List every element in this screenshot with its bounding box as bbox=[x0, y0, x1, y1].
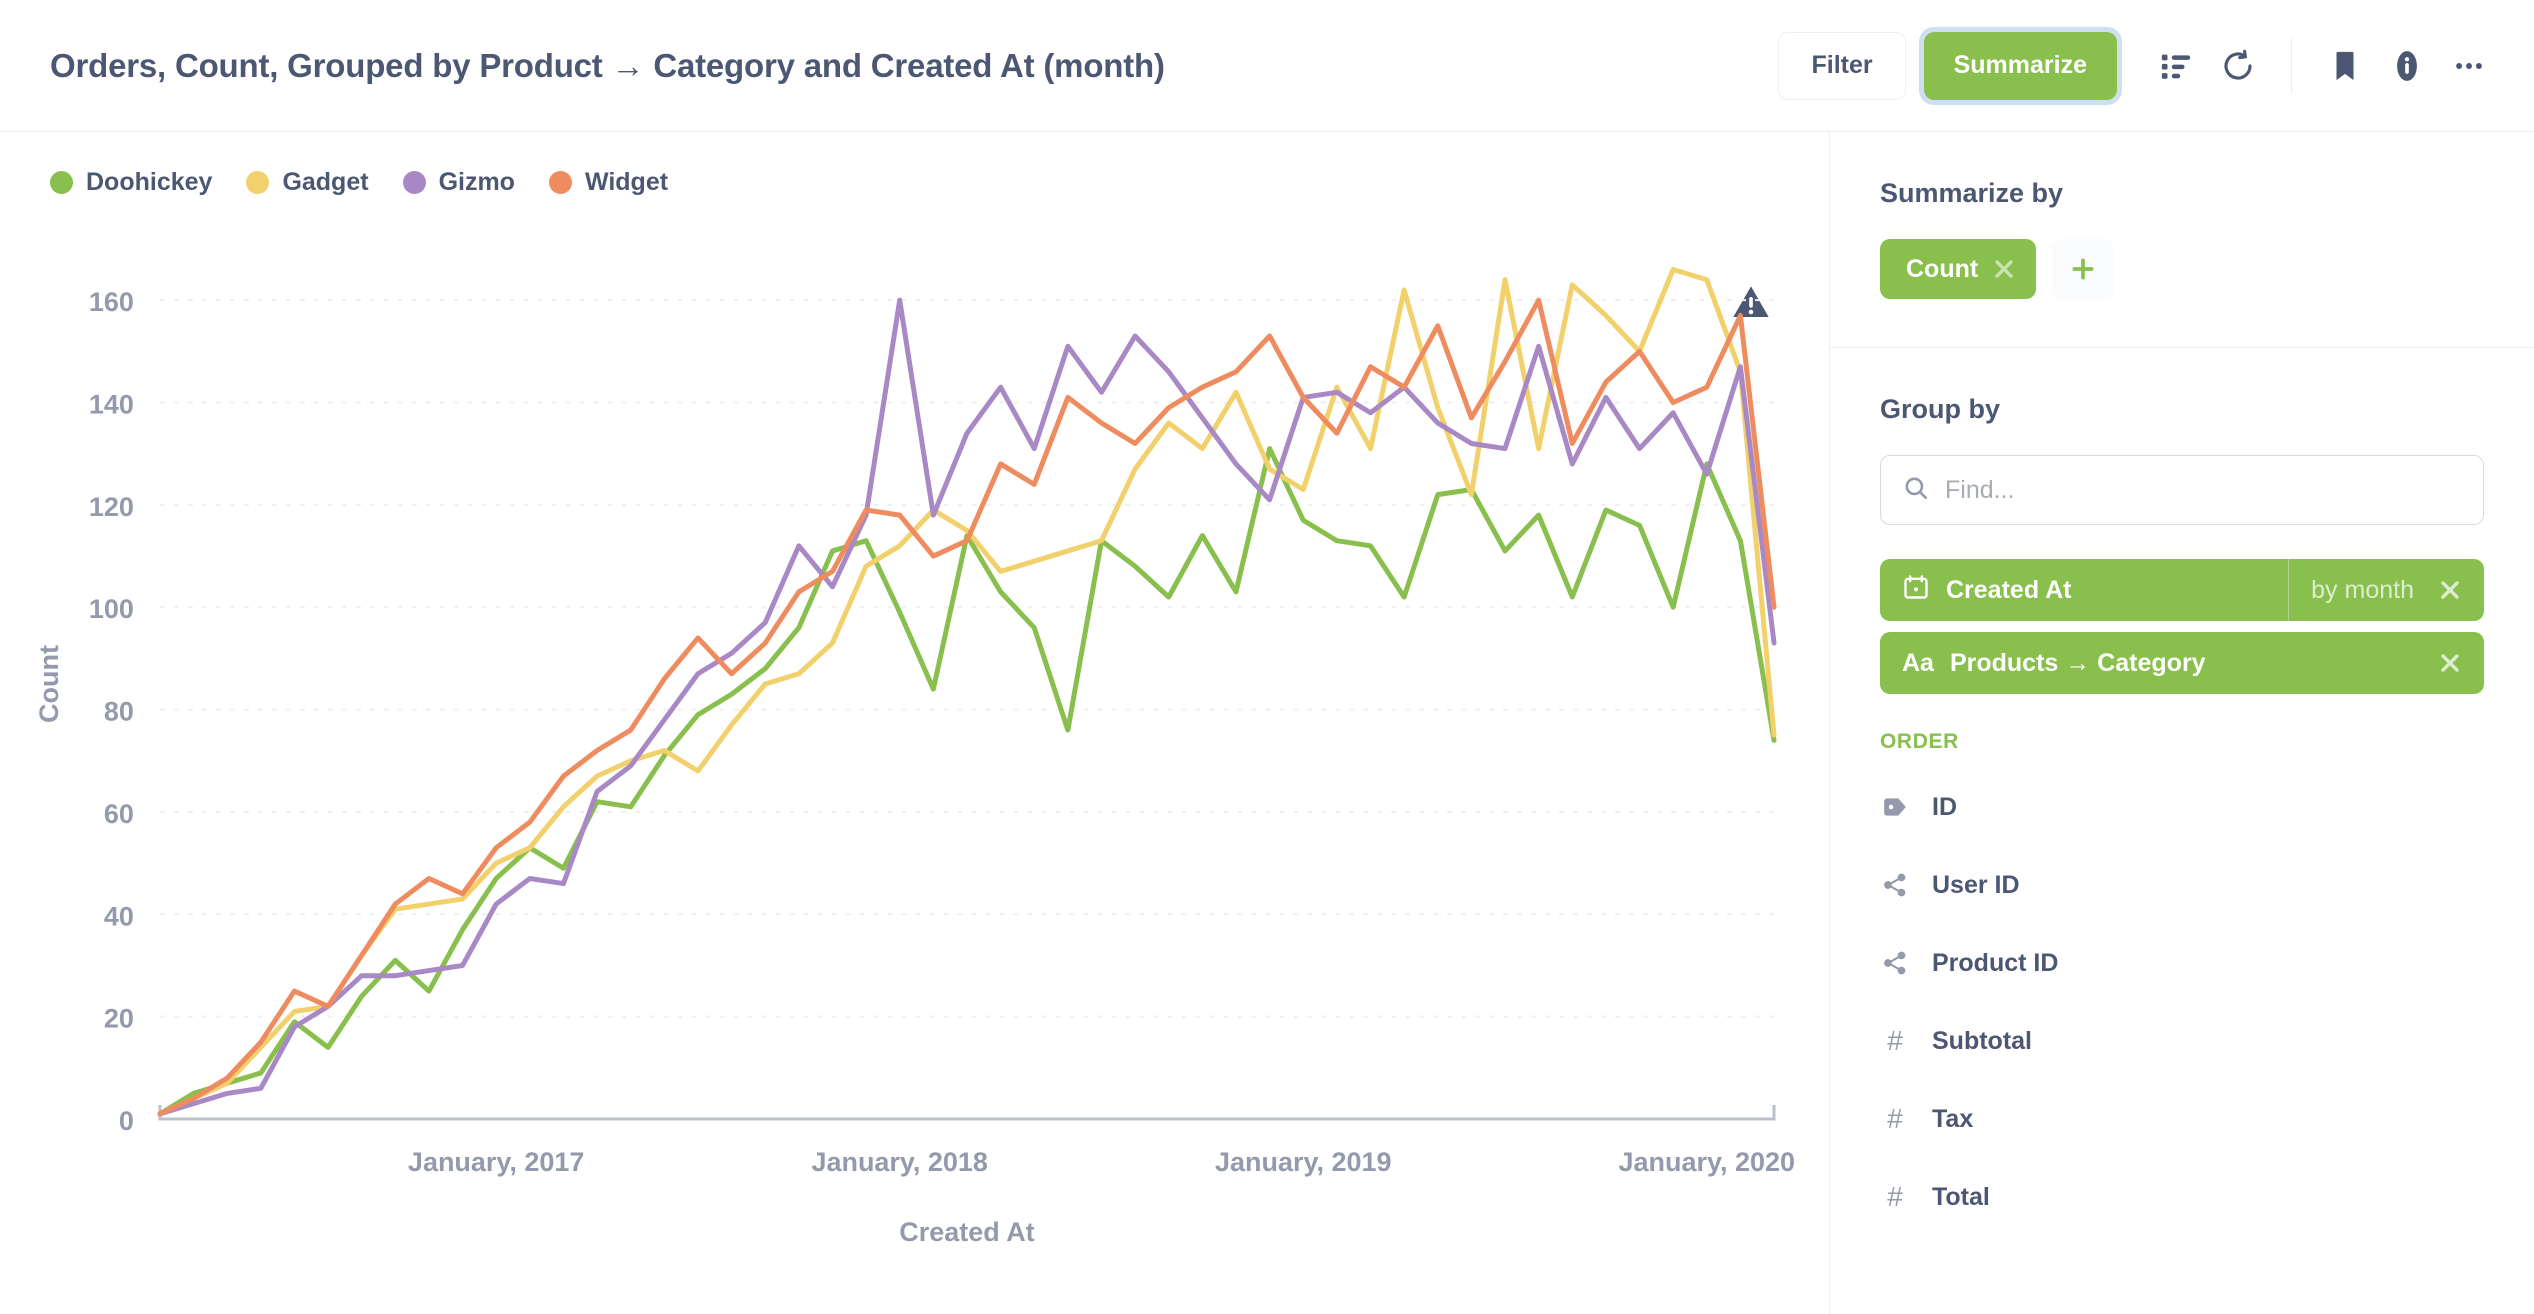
add-aggregation-button[interactable] bbox=[2052, 239, 2115, 299]
legend-dot-gadget bbox=[246, 170, 270, 194]
aggregation-pill-label: Count bbox=[1906, 254, 1979, 283]
page-title: Orders, Count, Grouped by Product → Cate… bbox=[50, 46, 1165, 84]
group-by-pill-created-at[interactable]: Created At by month bbox=[1880, 559, 2484, 621]
ellipsis-icon[interactable] bbox=[2438, 35, 2500, 97]
chart-legend: Doohickey Gadget Gizmo Widget bbox=[0, 132, 1829, 204]
field-label: Subtotal bbox=[1932, 1026, 2032, 1055]
number-icon: # bbox=[1887, 1181, 1903, 1212]
legend-dot-doohickey bbox=[50, 170, 73, 194]
field-label: Tax bbox=[1932, 1104, 1974, 1133]
y-axis-tick: 40 bbox=[104, 901, 134, 931]
legend-label-gadget: Gadget bbox=[282, 167, 369, 196]
group-by-pill-label: Products → Category bbox=[1949, 648, 2206, 677]
close-icon[interactable] bbox=[2438, 578, 2462, 602]
legend-item-gizmo[interactable]: Gizmo bbox=[402, 167, 515, 197]
table-list-icon[interactable] bbox=[2145, 35, 2207, 97]
group-by-pill-main[interactable]: Aa Products → Category bbox=[1880, 632, 2416, 694]
line-chart-svg[interactable]: 0 20 40 60 80 100 120 140 160 Count January, 2017 J… bbox=[0, 204, 1829, 1314]
plot-area: 0 20 40 60 80 100 120 140 160 Count January, 2017 J… bbox=[0, 204, 1829, 1314]
legend-label-gizmo: Gizmo bbox=[438, 167, 515, 196]
group-by-search[interactable] bbox=[1880, 455, 2484, 525]
tag-icon bbox=[1880, 794, 1910, 820]
legend-item-widget[interactable]: Widget bbox=[548, 167, 669, 197]
series-line-gadget[interactable] bbox=[157, 266, 1777, 1117]
field-row-subtotal[interactable]: # Subtotal bbox=[1880, 1002, 2484, 1080]
y-axis-tick: 140 bbox=[89, 390, 134, 420]
header-divider bbox=[2291, 37, 2292, 94]
y-axis-label: Count bbox=[34, 645, 64, 723]
group-by-section: Group by Find... Created At by month Aa … bbox=[1830, 348, 2534, 1284]
aggregation-row: Count bbox=[1880, 239, 2484, 299]
field-label: ID bbox=[1932, 792, 1957, 821]
x-axis-tick: January, 2020 bbox=[1619, 1147, 1795, 1177]
aggregation-pill-count[interactable]: Count bbox=[1880, 239, 2037, 299]
number-icon: # bbox=[1887, 1103, 1903, 1134]
connection-icon bbox=[1880, 872, 1910, 898]
summarize-by-section: Summarize by Count bbox=[1830, 132, 2534, 348]
y-axis-tick: 60 bbox=[104, 799, 134, 829]
group-by-pill-label: Created At bbox=[1946, 575, 2072, 604]
summarize-sidebar: Summarize by Count Group by Find... Crea… bbox=[1830, 132, 2534, 1314]
field-label: Total bbox=[1932, 1182, 1990, 1211]
app-root: Orders, Count, Grouped by Product → Cate… bbox=[0, 0, 2534, 1314]
refresh-icon[interactable] bbox=[2207, 35, 2269, 97]
legend-dot-widget bbox=[548, 170, 572, 194]
y-axis-tick: 0 bbox=[119, 1106, 134, 1136]
x-axis-tick: January, 2017 bbox=[408, 1147, 584, 1177]
group-by-pill-main[interactable]: Created At bbox=[1880, 559, 2288, 621]
field-row-tax[interactable]: # Tax bbox=[1880, 1080, 2484, 1158]
text-aa-icon: Aa bbox=[1902, 648, 1934, 677]
legend-label-doohickey: Doohickey bbox=[86, 167, 213, 196]
legend-item-gadget[interactable]: Gadget bbox=[246, 167, 369, 197]
search-icon bbox=[1903, 475, 1929, 506]
info-icon[interactable] bbox=[2376, 35, 2438, 97]
series-line-doohickey[interactable] bbox=[157, 446, 1777, 1117]
question-header: Orders, Count, Grouped by Product → Cate… bbox=[0, 0, 2534, 132]
close-icon[interactable] bbox=[2416, 651, 2484, 675]
legend-item-doohickey[interactable]: Doohickey bbox=[50, 168, 212, 197]
x-axis-label: Created At bbox=[899, 1217, 1034, 1247]
x-axis-tick: January, 2019 bbox=[1215, 1147, 1391, 1177]
y-axis-tick: 80 bbox=[104, 697, 134, 727]
group-by-title: Group by bbox=[1880, 394, 2000, 424]
field-row-total[interactable]: # Total bbox=[1880, 1158, 2484, 1236]
field-row-product-id[interactable]: Product ID bbox=[1880, 924, 2484, 1002]
y-axis-tick: 160 bbox=[89, 287, 134, 317]
group-by-bucket[interactable]: by month bbox=[2288, 559, 2484, 621]
field-row-id[interactable]: ID bbox=[1880, 768, 2484, 846]
field-label: User ID bbox=[1932, 870, 2020, 899]
close-icon[interactable] bbox=[1992, 257, 2016, 281]
calendar-icon bbox=[1902, 573, 1930, 608]
field-label: Product ID bbox=[1932, 948, 2059, 977]
legend-label-widget: Widget bbox=[584, 167, 669, 196]
connection-icon bbox=[1880, 950, 1910, 976]
search-input[interactable] bbox=[1945, 475, 2461, 505]
summarize-by-title: Summarize by bbox=[1880, 178, 2064, 208]
y-axis-tick: 100 bbox=[89, 594, 134, 624]
main-body: Doohickey Gadget Gizmo Widget 0 20 40 60… bbox=[0, 132, 2534, 1314]
summarize-button[interactable]: Summarize bbox=[1918, 26, 2123, 105]
y-axis-tick: 20 bbox=[104, 1004, 134, 1034]
x-axis-tick: January, 2018 bbox=[811, 1147, 987, 1177]
group-by-pill-products-category[interactable]: Aa Products → Category bbox=[1880, 632, 2484, 694]
filter-button[interactable]: Filter bbox=[1778, 31, 1906, 100]
header-actions: Filter Summarize bbox=[1778, 26, 2500, 105]
legend-dot-gizmo bbox=[402, 170, 426, 194]
field-row-user-id[interactable]: User ID bbox=[1880, 846, 2484, 924]
number-icon: # bbox=[1887, 1025, 1903, 1056]
bookmark-icon[interactable] bbox=[2314, 35, 2376, 97]
y-axis-tick: 120 bbox=[89, 492, 134, 522]
field-section-header: ORDER bbox=[1880, 730, 1959, 753]
chart-pane: Doohickey Gadget Gizmo Widget 0 20 40 60… bbox=[0, 132, 1830, 1314]
bucket-label: by month bbox=[2311, 575, 2414, 604]
